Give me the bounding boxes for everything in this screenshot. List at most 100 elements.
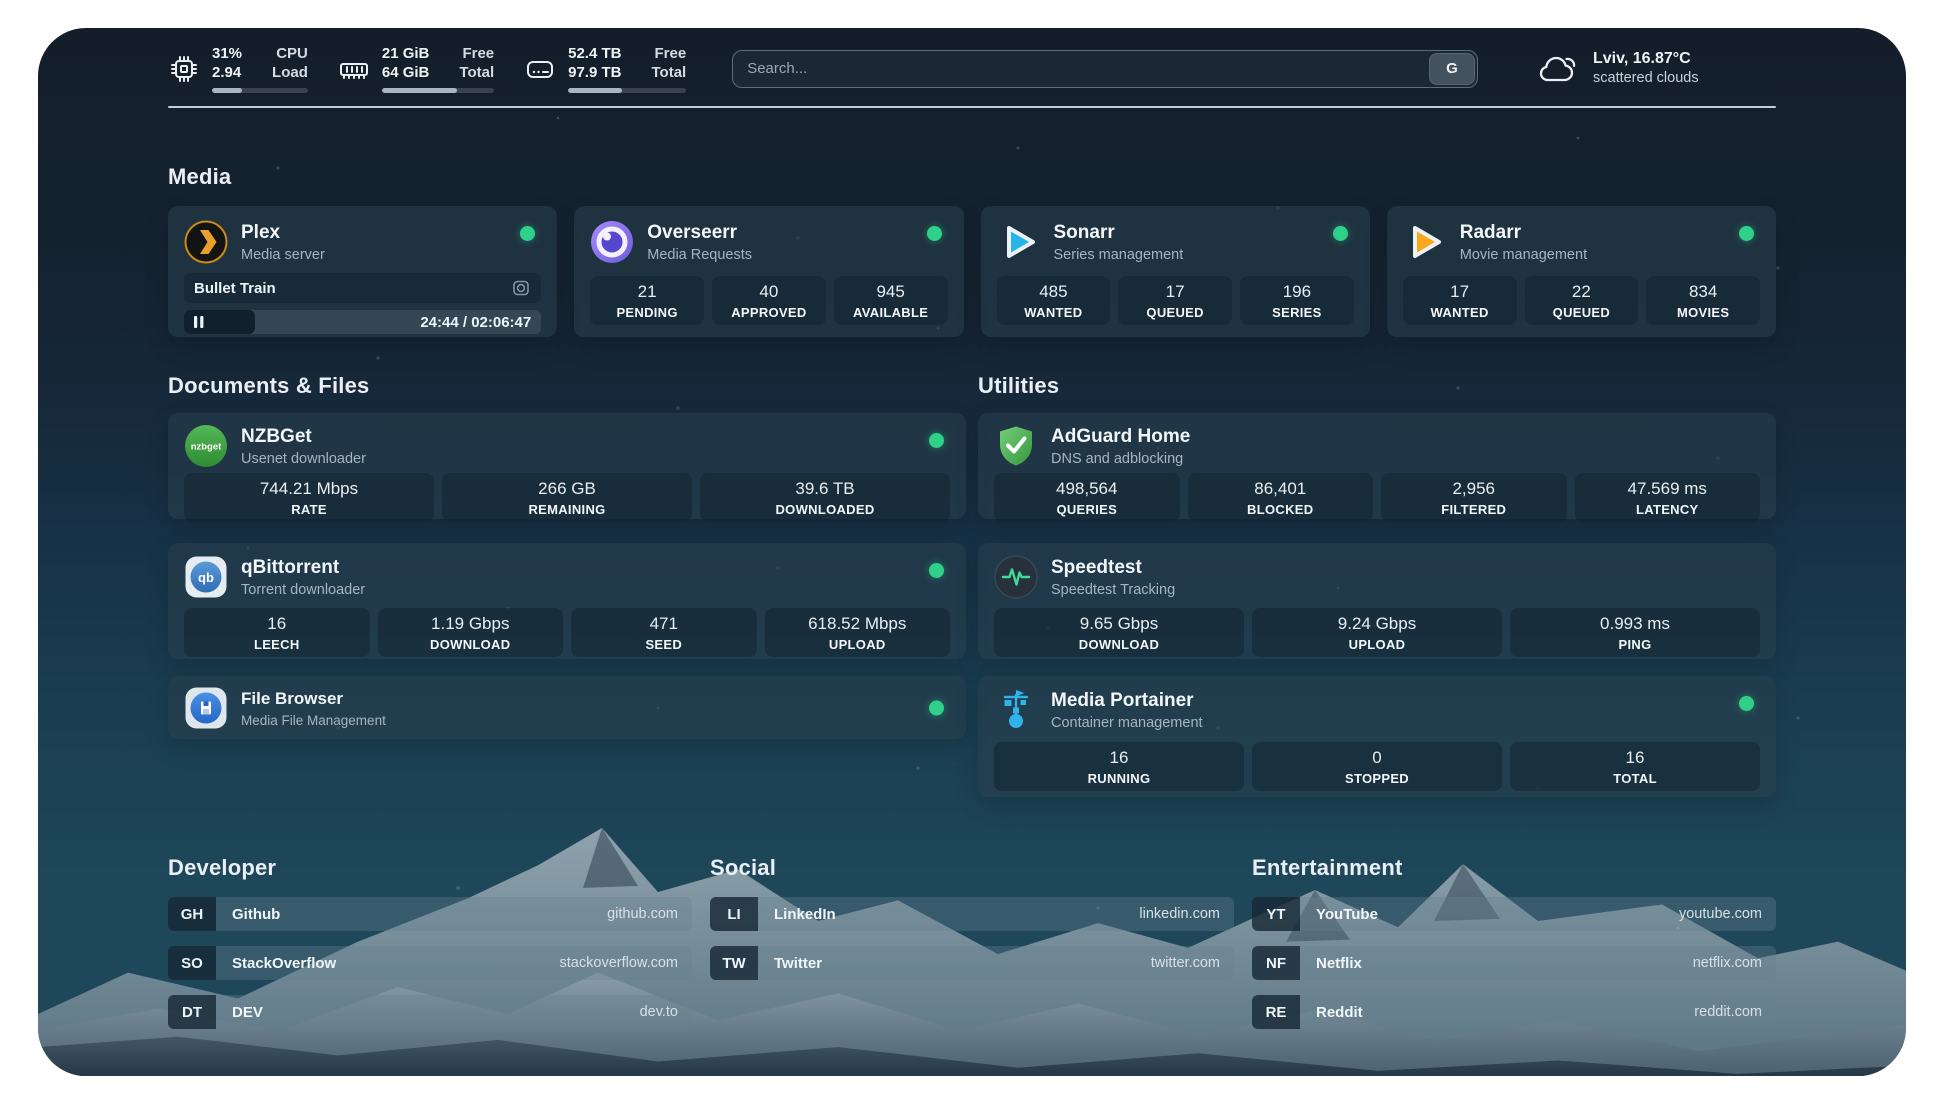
overseerr-icon <box>590 220 634 264</box>
sonarr-card[interactable]: Sonarr Series management 485 WANTED 17 Q… <box>981 206 1370 337</box>
bookmark-url: netflix.com <box>1693 955 1762 971</box>
portainer-stat-total: 16 TOTAL <box>1510 742 1760 791</box>
bookmark-linkedin[interactable]: LI LinkedIn linkedin.com <box>710 897 1234 931</box>
nzbget-stat-downloaded: 39.6 TB DOWNLOADED <box>700 473 950 522</box>
disk-free-label: Free <box>651 44 686 63</box>
adguard-stat-blocked: 86,401 BLOCKED <box>1188 473 1374 522</box>
qbittorrent-card[interactable]: qb qBittorrent Torrent downloader 16 <box>168 543 966 659</box>
speedtest-card[interactable]: Speedtest Speedtest Tracking 9.65 Gbps D… <box>978 543 1776 659</box>
filebrowser-card[interactable]: File Browser Media File Management <box>168 676 966 739</box>
bookmark-url: github.com <box>607 906 678 922</box>
cpu-load-label: Load <box>272 63 308 82</box>
bookmark-dev[interactable]: DT DEV dev.to <box>168 995 692 1029</box>
bookmark-url: linkedin.com <box>1139 906 1220 922</box>
adguard-icon <box>994 424 1038 468</box>
stat-value: 9.24 Gbps <box>1338 614 1416 634</box>
stat-value: 40 <box>759 282 778 302</box>
radarr-icon <box>1403 220 1447 264</box>
bookmark-youtube[interactable]: YT YouTube youtube.com <box>1252 897 1776 931</box>
weather-condition: scattered clouds <box>1593 69 1699 88</box>
bookmark-abbr: YT <box>1252 897 1300 931</box>
portainer-title: Media Portainer <box>1051 689 1203 712</box>
utilities-column: Utilities AdGuard Home <box>978 373 1776 797</box>
plex-subtitle: Media server <box>241 246 325 264</box>
adguard-stat-filtered: 2,956 FILTERED <box>1381 473 1567 522</box>
bookmark-name: Netflix <box>1316 955 1362 972</box>
stat-value: 47.569 ms <box>1628 479 1707 499</box>
cpu-icon <box>168 53 200 85</box>
plex-icon <box>184 220 228 264</box>
search-engine-button[interactable]: G <box>1429 53 1475 85</box>
svg-text:nzbget: nzbget <box>191 442 222 453</box>
memory-free-label: Free <box>459 44 494 63</box>
cpu-widget: 31% 2.94 CPU Load <box>168 44 308 93</box>
radarr-subtitle: Movie management <box>1460 246 1587 264</box>
pause-icon <box>194 316 204 328</box>
nzbget-card[interactable]: nzbget NZBGet Usenet downloader 744.21 M… <box>168 413 966 519</box>
stat-value: 16 <box>1110 748 1129 768</box>
stat-value: 22 <box>1572 282 1591 302</box>
overseerr-status-dot <box>927 226 942 241</box>
overseerr-stat-pending: 21 PENDING <box>590 276 704 325</box>
bookmark-stackoverflow[interactable]: SO StackOverflow stackoverflow.com <box>168 946 692 980</box>
stat-value: 17 <box>1450 282 1469 302</box>
stat-value: 86,401 <box>1254 479 1306 499</box>
memory-total-value: 64 GiB <box>382 63 430 82</box>
social-column: Social LI LinkedIn linkedin.com TW Twitt… <box>710 855 1234 1044</box>
bookmark-url: dev.to <box>640 1004 678 1020</box>
nzbget-subtitle: Usenet downloader <box>241 450 366 468</box>
disk-free-value: 52.4 TB <box>568 44 621 63</box>
stat-value: 618.52 Mbps <box>808 614 906 634</box>
weather-location-temp: Lviv, 16.87°C <box>1593 49 1699 69</box>
stat-label: RATE <box>291 502 327 517</box>
disk-icon <box>524 53 556 85</box>
entertainment-section-heading: Entertainment <box>1252 855 1776 881</box>
plex-playback-time: 24:44 / 02:06:47 <box>420 314 531 331</box>
qbittorrent-icon: qb <box>184 555 228 599</box>
overseerr-card[interactable]: Overseerr Media Requests 21 PENDING 40 A… <box>574 206 963 337</box>
radarr-card[interactable]: Radarr Movie management 17 WANTED 22 QUE… <box>1387 206 1776 337</box>
memory-total-label: Total <box>459 63 494 82</box>
stat-label: RUNNING <box>1088 771 1151 786</box>
stat-value: 196 <box>1283 282 1311 302</box>
social-section-heading: Social <box>710 855 1234 881</box>
stat-label: DOWNLOAD <box>1079 637 1159 652</box>
portainer-card[interactable]: Media Portainer Container management 16 … <box>978 676 1776 797</box>
stat-label: BLOCKED <box>1247 502 1313 517</box>
bookmark-url: youtube.com <box>1679 906 1762 922</box>
bookmark-url: twitter.com <box>1151 955 1220 971</box>
nzbget-title: NZBGet <box>241 425 366 448</box>
svg-text:qb: qb <box>198 570 214 585</box>
sonarr-stat-queued: 17 QUEUED <box>1118 276 1232 325</box>
sonarr-stat-series: 196 SERIES <box>1240 276 1354 325</box>
adguard-title: AdGuard Home <box>1051 425 1190 448</box>
plex-now-playing-row: Bullet Train <box>184 273 541 303</box>
weather-widget: Lviv, 16.87°C scattered clouds <box>1536 49 1776 88</box>
overseerr-subtitle: Media Requests <box>647 246 752 264</box>
memory-widget: 21 GiB 64 GiB Free Total <box>338 44 494 93</box>
qbittorrent-title: qBittorrent <box>241 556 365 579</box>
filebrowser-status-dot <box>929 700 944 715</box>
bookmark-netflix[interactable]: NF Netflix netflix.com <box>1252 946 1776 980</box>
sonarr-status-dot <box>1333 226 1348 241</box>
media-section-heading: Media <box>168 164 1776 190</box>
stat-value: 16 <box>267 614 286 634</box>
adguard-card[interactable]: AdGuard Home DNS and adblocking 498,564 … <box>978 413 1776 519</box>
bookmark-reddit[interactable]: RE Reddit reddit.com <box>1252 995 1776 1029</box>
qbittorrent-stat-leech: 16 LEECH <box>184 608 370 657</box>
bookmark-abbr: SO <box>168 946 216 980</box>
cpu-load-value: 2.94 <box>212 63 242 82</box>
bookmark-name: DEV <box>232 1004 263 1021</box>
stat-value: 39.6 TB <box>795 479 854 499</box>
portainer-stat-stopped: 0 STOPPED <box>1252 742 1502 791</box>
bookmark-twitter[interactable]: TW Twitter twitter.com <box>710 946 1234 980</box>
stat-label: QUEUED <box>1146 305 1203 320</box>
stat-label: UPLOAD <box>1349 637 1406 652</box>
bookmark-github[interactable]: GH Github github.com <box>168 897 692 931</box>
search-input[interactable] <box>732 50 1478 88</box>
stat-value: 2,956 <box>1452 479 1495 499</box>
documents-section-heading: Documents & Files <box>168 373 966 399</box>
plex-progress-bar: 24:44 / 02:06:47 <box>184 310 541 334</box>
disk-progress-fill <box>568 88 622 93</box>
plex-card[interactable]: Plex Media server Bullet Train <box>168 206 557 337</box>
